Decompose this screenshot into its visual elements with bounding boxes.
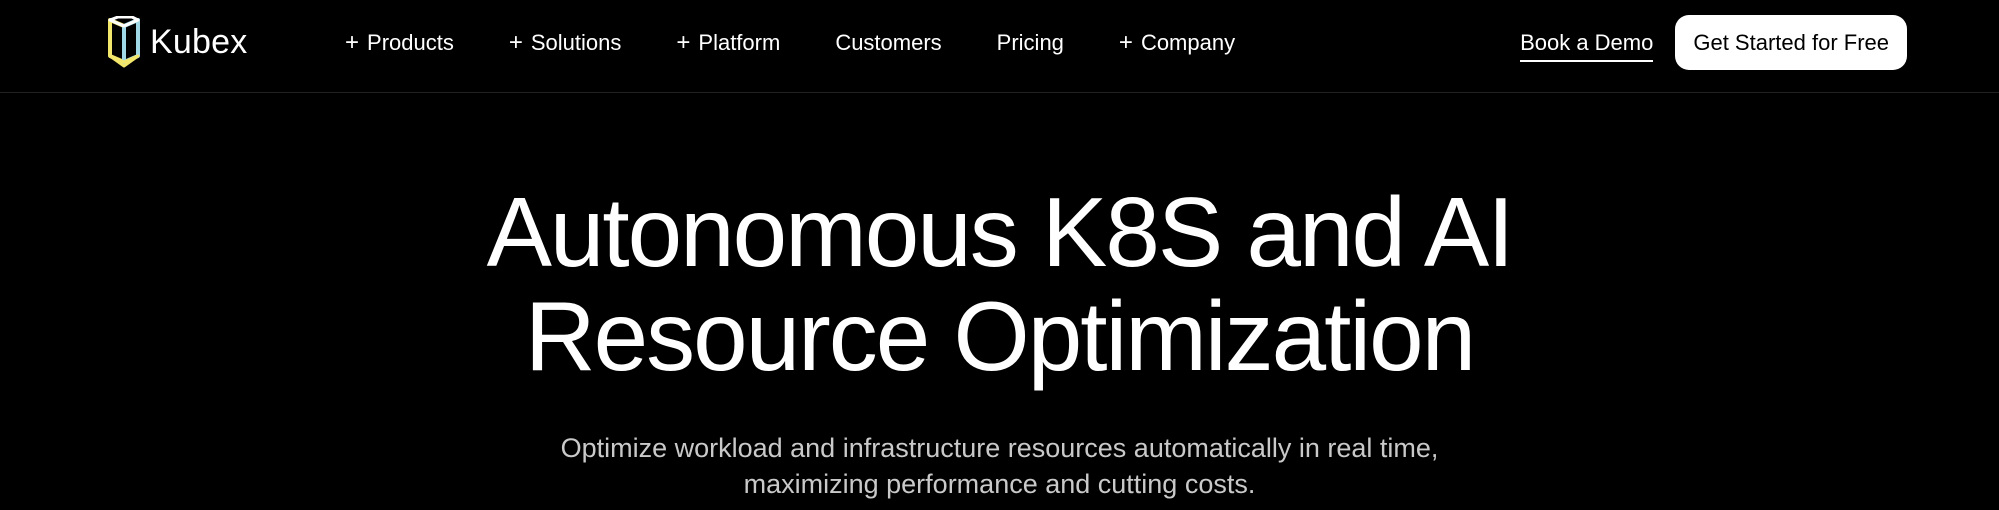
hero-subtitle-line-1: Optimize workload and infrastructure res…: [560, 433, 1439, 463]
get-started-button[interactable]: Get Started for Free: [1675, 15, 1907, 70]
nav-item-company[interactable]: + Company: [1119, 30, 1235, 56]
nav-item-label: Company: [1140, 30, 1236, 55]
logo-text: Kubex: [150, 22, 248, 61]
hero-title: Autonomous K8S and AI Resource Optimizat…: [0, 180, 1999, 388]
nav-item-label: Solutions: [530, 30, 622, 55]
nav-item-solutions[interactable]: + Solutions: [509, 30, 622, 56]
nav-actions: Book a Demo Get Started for Free: [1520, 15, 1907, 70]
main-nav: + Products + Solutions + Platform Custom…: [345, 0, 1290, 86]
nav-item-customers[interactable]: Customers: [835, 30, 941, 56]
nav-item-products[interactable]: + Products: [345, 30, 454, 56]
plus-icon: +: [508, 29, 523, 56]
hero-title-line-1: Autonomous K8S and AI: [486, 177, 1515, 287]
plus-icon: +: [676, 29, 691, 56]
hero-section: Autonomous K8S and AI Resource Optimizat…: [0, 180, 1999, 502]
plus-icon: +: [1118, 29, 1133, 56]
kubex-logo[interactable]: Kubex: [104, 14, 247, 70]
plus-icon: +: [345, 29, 360, 56]
page: Kubex + Products + Solutions + Platform …: [0, 0, 1999, 510]
nav-item-label: Customers: [835, 30, 942, 55]
nav-item-pricing[interactable]: Pricing: [997, 30, 1064, 56]
kubex-logo-icon: [108, 16, 140, 68]
book-demo-link[interactable]: Book a Demo: [1520, 30, 1654, 62]
top-navbar: Kubex + Products + Solutions + Platform …: [0, 0, 1999, 93]
nav-item-label: Platform: [698, 30, 781, 55]
hero-subtitle-line-2: maximizing performance and cutting costs…: [743, 469, 1256, 499]
nav-item-platform[interactable]: + Platform: [676, 30, 780, 56]
hero-subtitle: Optimize workload and infrastructure res…: [0, 430, 1999, 502]
hero-title-line-2: Resource Optimization: [524, 281, 1476, 391]
nav-item-label: Pricing: [996, 30, 1064, 55]
nav-item-label: Products: [367, 30, 454, 55]
